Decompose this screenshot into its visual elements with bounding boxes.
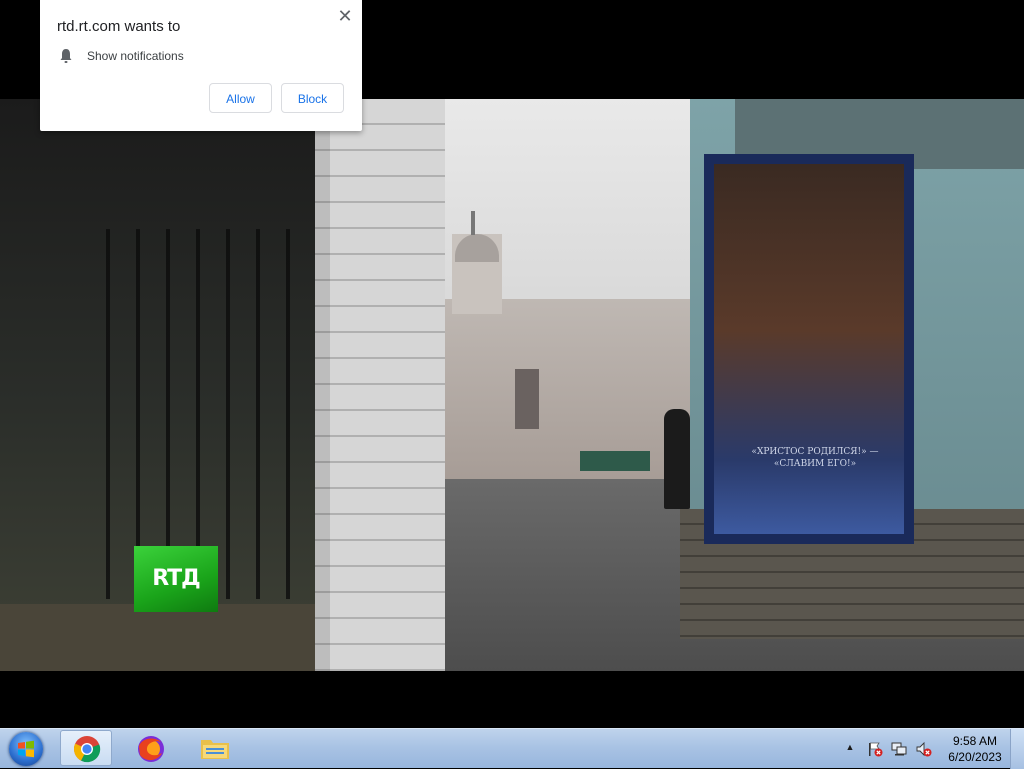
- gate-bars: [80, 229, 320, 599]
- rtd-channel-logo: RTД: [134, 546, 218, 612]
- cross-icon: [471, 211, 475, 235]
- left-wall: [0, 604, 320, 671]
- network-icon[interactable]: [891, 741, 907, 757]
- action-center-flag-icon[interactable]: [867, 741, 883, 757]
- icon-caption-line-1: «ХРИСТОС РОДИЛСЯ!» —: [751, 447, 879, 457]
- brick-pillar: [330, 99, 445, 671]
- taskbar-firefox-button[interactable]: [124, 730, 176, 766]
- prompt-site-title: rtd.rt.com wants to: [57, 18, 181, 35]
- show-hidden-icons-button[interactable]: ▲: [845, 742, 855, 752]
- block-button[interactable]: Block: [281, 83, 344, 113]
- church-window: [515, 369, 539, 429]
- permission-label: Show notifications: [87, 49, 184, 63]
- icon-caption: «ХРИСТОС РОДИЛСЯ!» — «СЛАВИМ ЕГО!»: [740, 446, 890, 470]
- taskbar-explorer-button[interactable]: [187, 730, 239, 766]
- firefox-icon: [138, 736, 164, 762]
- chrome-icon: [73, 736, 101, 763]
- walking-person: [664, 409, 690, 509]
- bell-icon: [60, 49, 72, 63]
- show-desktop-button[interactable]: [1010, 729, 1024, 769]
- notification-permission-prompt: rtd.rt.com wants to ✕ Show notifications…: [40, 0, 362, 131]
- volume-muted-icon[interactable]: [916, 741, 932, 757]
- start-button[interactable]: [4, 731, 48, 767]
- taskbar-chrome-button[interactable]: [60, 730, 112, 766]
- clock-date: 6/20/2023: [948, 750, 1002, 764]
- clock[interactable]: 9:58 AM 6/20/2023: [940, 733, 1010, 765]
- folder-icon: [201, 740, 229, 759]
- bench: [580, 451, 650, 471]
- system-tray: ▲ 9:58 AM 6/20/2023: [840, 729, 1024, 769]
- taskbar: ▲ 9:58 AM 6/20/2023: [0, 728, 1024, 769]
- nativity-icon-mosaic: «ХРИСТОС РОДИЛСЯ!» — «СЛАВИМ ЕГО!»: [704, 154, 914, 544]
- close-icon[interactable]: ✕: [335, 6, 355, 26]
- icon-caption-line-2: «СЛАВИМ ЕГО!»: [773, 459, 857, 469]
- windows-logo-icon: [18, 740, 34, 758]
- allow-button[interactable]: Allow: [209, 83, 272, 113]
- clock-time: 9:58 AM: [952, 734, 998, 748]
